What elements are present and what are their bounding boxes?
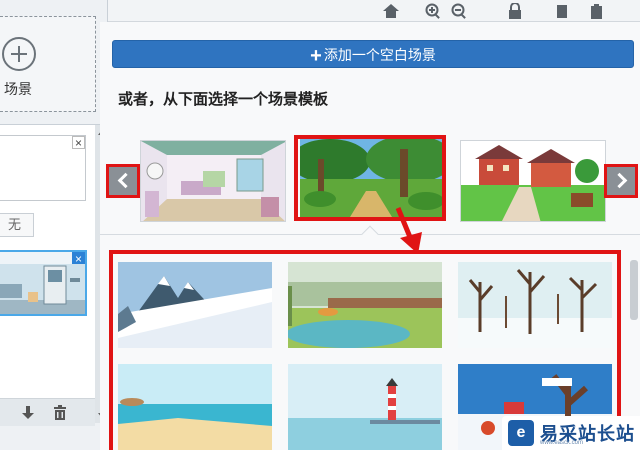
site-watermark: e 易采站长站 www.easck.com	[502, 416, 640, 450]
template-school-buildings[interactable]	[460, 140, 606, 222]
main-toolbar	[108, 0, 640, 22]
add-blank-scene-button[interactable]: + 添加一个空白场景	[112, 40, 634, 68]
template-interior-room[interactable]	[140, 140, 286, 222]
watermark-logo: e	[508, 420, 534, 446]
plus-icon: +	[310, 45, 322, 67]
add-scene-button[interactable]: 场景	[0, 16, 96, 112]
scene-thumbnail-blank[interactable]: ×	[0, 135, 86, 201]
trash-icon[interactable]	[52, 405, 68, 421]
template-snowy-mountains[interactable]	[118, 262, 272, 348]
scene-label-none: 无	[0, 213, 34, 237]
scene-template-dialog: + 添加一个空白场景 或者，从下面选择一个场景模板	[100, 22, 640, 450]
close-icon[interactable]: ×	[72, 136, 85, 149]
template-beach[interactable]	[118, 364, 272, 450]
scene-panel: 场景 × 无 ×	[0, 0, 108, 450]
download-icon[interactable]	[20, 405, 36, 421]
scene-toolbar	[0, 398, 95, 426]
template-heading: 或者，从下面选择一个场景模板	[118, 91, 329, 108]
chevron-left-icon	[117, 172, 134, 189]
red-arrow-annotation	[395, 207, 422, 254]
chevron-right-icon	[611, 172, 628, 189]
scene-thumbnail-selected[interactable]: ×	[0, 250, 87, 316]
lock-icon[interactable]	[506, 3, 524, 19]
selection-pointer	[361, 225, 379, 243]
dialog-scrollbar-thumb[interactable]	[630, 260, 638, 320]
template-pond-fence[interactable]	[288, 262, 442, 348]
template-lighthouse-sea[interactable]	[288, 364, 442, 450]
plus-circle-icon	[2, 37, 36, 71]
add-scene-label: 场景	[4, 81, 32, 97]
watermark-url: www.easck.com	[540, 440, 584, 446]
hospital-room-image	[0, 264, 85, 314]
paste-icon[interactable]	[588, 3, 606, 19]
zoom-out-icon[interactable]	[450, 3, 468, 19]
scene-list: × 无 ×	[0, 125, 95, 398]
copy-icon[interactable]	[554, 3, 572, 19]
home-icon[interactable]	[382, 3, 400, 19]
zoom-in-icon[interactable]	[424, 3, 442, 19]
template-winter-trees[interactable]	[458, 262, 612, 348]
template-prev-button[interactable]	[106, 164, 140, 198]
template-next-button[interactable]	[604, 164, 638, 198]
add-blank-scene-label: 添加一个空白场景	[323, 47, 436, 63]
